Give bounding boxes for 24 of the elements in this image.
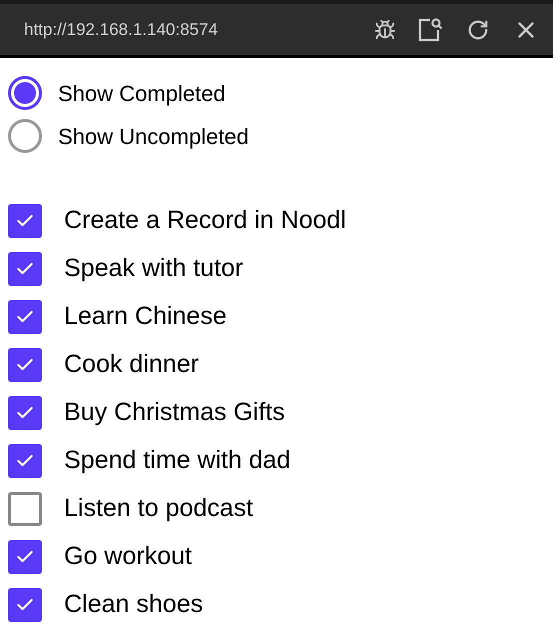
checkbox[interactable] <box>8 204 42 238</box>
task-label: Create a Record in Noodl <box>64 205 346 236</box>
radio-label: Show Completed <box>58 80 226 108</box>
task-label: Learn Chinese <box>64 301 227 332</box>
checkbox[interactable] <box>8 588 42 622</box>
task-label: Speak with tutor <box>64 253 244 284</box>
task-label: Listen to podcast <box>64 493 254 524</box>
task-label: Buy Christmas Gifts <box>64 397 285 428</box>
task-label: Clean shoes <box>64 589 203 620</box>
radio-button[interactable] <box>8 119 42 153</box>
checkbox[interactable] <box>8 348 42 382</box>
checkbox[interactable] <box>8 444 42 478</box>
bug-icon[interactable] <box>373 18 397 42</box>
checkbox[interactable] <box>8 492 42 526</box>
checkbox[interactable] <box>8 396 42 430</box>
radio-button[interactable] <box>8 76 42 110</box>
checkbox[interactable] <box>8 252 42 286</box>
url-text: http://192.168.1.140:8574 <box>24 18 219 41</box>
task-label: Go workout <box>64 541 192 572</box>
task-label: Spend time with dad <box>64 445 291 476</box>
task-label: Cook dinner <box>64 349 199 380</box>
radio-label: Show Uncompleted <box>58 122 249 151</box>
checkbox[interactable] <box>8 540 42 574</box>
checkbox[interactable] <box>8 300 42 334</box>
